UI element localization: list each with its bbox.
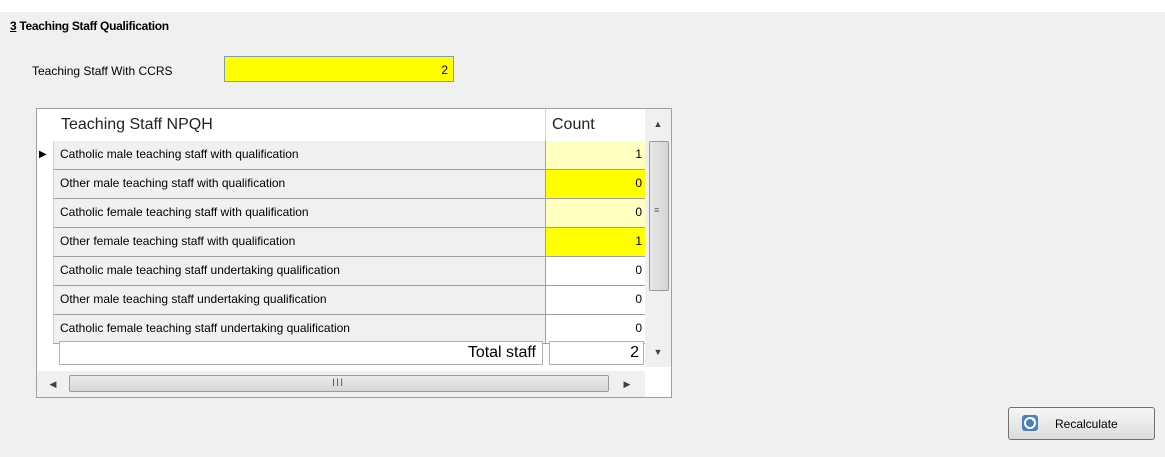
recalculate-label: Recalculate	[1055, 417, 1118, 431]
row-selector[interactable]	[37, 315, 53, 344]
section-title: 3 Teaching Staff Qualification	[10, 19, 169, 33]
row-count-cell[interactable]: 0	[545, 257, 645, 286]
row-count-cell[interactable]: 0	[545, 286, 645, 315]
scroll-down-button[interactable]: ▼	[645, 337, 671, 367]
scroll-right-icon: ▶	[623, 379, 631, 389]
vertical-scroll-thumb[interactable]: ≡	[649, 141, 669, 291]
row-selector[interactable]	[37, 286, 53, 315]
ccrs-value-field[interactable]: 2	[224, 56, 454, 82]
row-label: Other male teaching staff with qualifica…	[53, 170, 545, 199]
scroll-right-button[interactable]: ▶	[615, 371, 639, 397]
row-label: Catholic male teaching staff undertaking…	[53, 257, 545, 286]
row-count-cell[interactable]: 0	[545, 170, 645, 199]
window-top-strip	[0, 0, 1165, 12]
scroll-up-icon: ▲	[653, 119, 663, 129]
table-row[interactable]: Catholic female teaching staff undertaki…	[37, 315, 645, 344]
current-row-arrow-icon: ▶	[39, 149, 47, 160]
row-count-cell[interactable]: 1	[545, 228, 645, 257]
npqh-grid[interactable]: Teaching Staff NPQH Count ▶ Catholic male…	[36, 108, 672, 398]
scroll-down-icon: ▼	[653, 347, 663, 357]
scroll-left-button[interactable]: ◀	[41, 371, 65, 397]
recalculate-icon	[1022, 415, 1038, 431]
horizontal-scroll-thumb[interactable]: III	[69, 375, 609, 392]
row-label: Catholic female teaching staff with qual…	[53, 199, 545, 228]
section-title-text: Teaching Staff Qualification	[19, 19, 169, 33]
horizontal-grip-icon: III	[332, 377, 345, 389]
row-count-cell[interactable]: 1	[545, 141, 645, 170]
ccrs-label: Teaching Staff With CCRS	[32, 64, 173, 78]
table-row[interactable]: Other female teaching staff with qualifi…	[37, 228, 645, 257]
vertical-scrollbar[interactable]: ▲ ≡ ▼	[645, 109, 671, 367]
vertical-grip-icon: ≡	[654, 205, 660, 215]
row-label: Other female teaching staff with qualifi…	[53, 228, 545, 257]
horizontal-scrollbar[interactable]: ◀ III ▶	[37, 371, 645, 397]
row-selector[interactable]	[37, 170, 53, 199]
table-row[interactable]: Catholic male teaching staff undertaking…	[37, 257, 645, 286]
table-row[interactable]: Other male teaching staff undertaking qu…	[37, 286, 645, 315]
table-row[interactable]: Other male teaching staff with qualifica…	[37, 170, 645, 199]
row-selector[interactable]	[37, 199, 53, 228]
row-count-cell[interactable]: 0	[545, 199, 645, 228]
row-selector[interactable]	[37, 257, 53, 286]
table-row[interactable]: ▶ Catholic male teaching staff with quali…	[37, 141, 645, 170]
scroll-left-icon: ◀	[49, 379, 57, 389]
column-header-count[interactable]: Count	[545, 109, 645, 141]
row-label: Catholic female teaching staff undertaki…	[53, 315, 545, 344]
row-selector[interactable]	[37, 228, 53, 257]
recalculate-button[interactable]: Recalculate	[1008, 407, 1155, 440]
row-count-cell[interactable]: 0	[545, 315, 645, 344]
row-label: Catholic male teaching staff with qualif…	[53, 141, 545, 170]
column-header-npqh[interactable]: Teaching Staff NPQH	[37, 109, 545, 141]
table-row[interactable]: Catholic female teaching staff with qual…	[37, 199, 645, 228]
row-label: Other male teaching staff undertaking qu…	[53, 286, 545, 315]
row-selector[interactable]: ▶	[37, 141, 53, 170]
total-staff-value: 2	[549, 341, 644, 365]
total-staff-label: Total staff	[59, 341, 543, 365]
scroll-up-button[interactable]: ▲	[645, 109, 671, 139]
section-number: 3	[10, 19, 17, 33]
